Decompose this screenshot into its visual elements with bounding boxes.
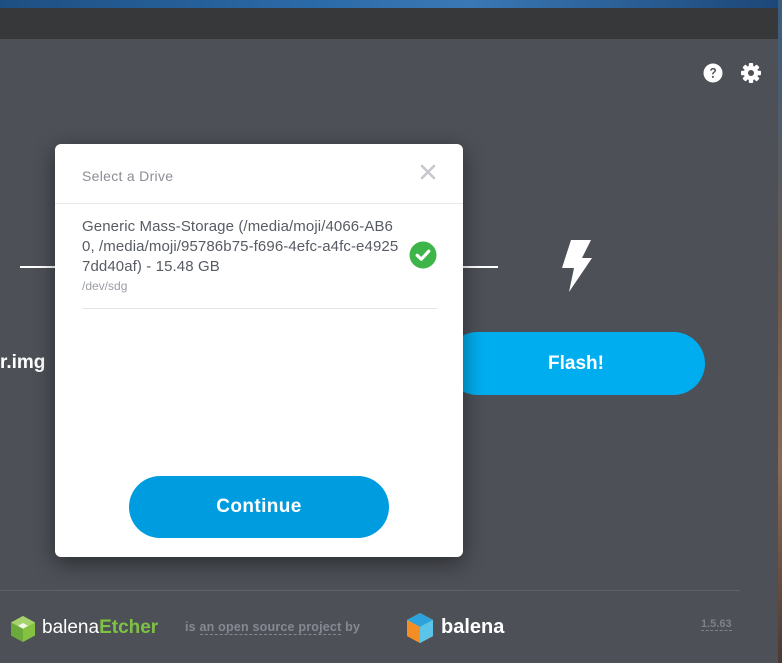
modal-title: Select a Drive bbox=[82, 168, 174, 184]
continue-button[interactable]: Continue bbox=[129, 476, 389, 538]
modal-header: Select a Drive bbox=[55, 144, 463, 204]
close-icon[interactable] bbox=[417, 161, 439, 183]
drive-device-path: /dev/sdg bbox=[82, 279, 128, 293]
drive-description: Generic Mass-Storage (/media/moji/4066-A… bbox=[82, 218, 399, 275]
window-titlebar bbox=[0, 8, 778, 39]
checkmark-icon bbox=[409, 241, 437, 269]
desktop-background-right bbox=[778, 0, 782, 663]
desktop-background-top bbox=[0, 0, 782, 8]
drive-list-item[interactable]: Generic Mass-Storage (/media/moji/4066-A… bbox=[82, 204, 437, 309]
select-drive-modal: Select a Drive Generic Mass-Storage (/me… bbox=[55, 144, 463, 557]
